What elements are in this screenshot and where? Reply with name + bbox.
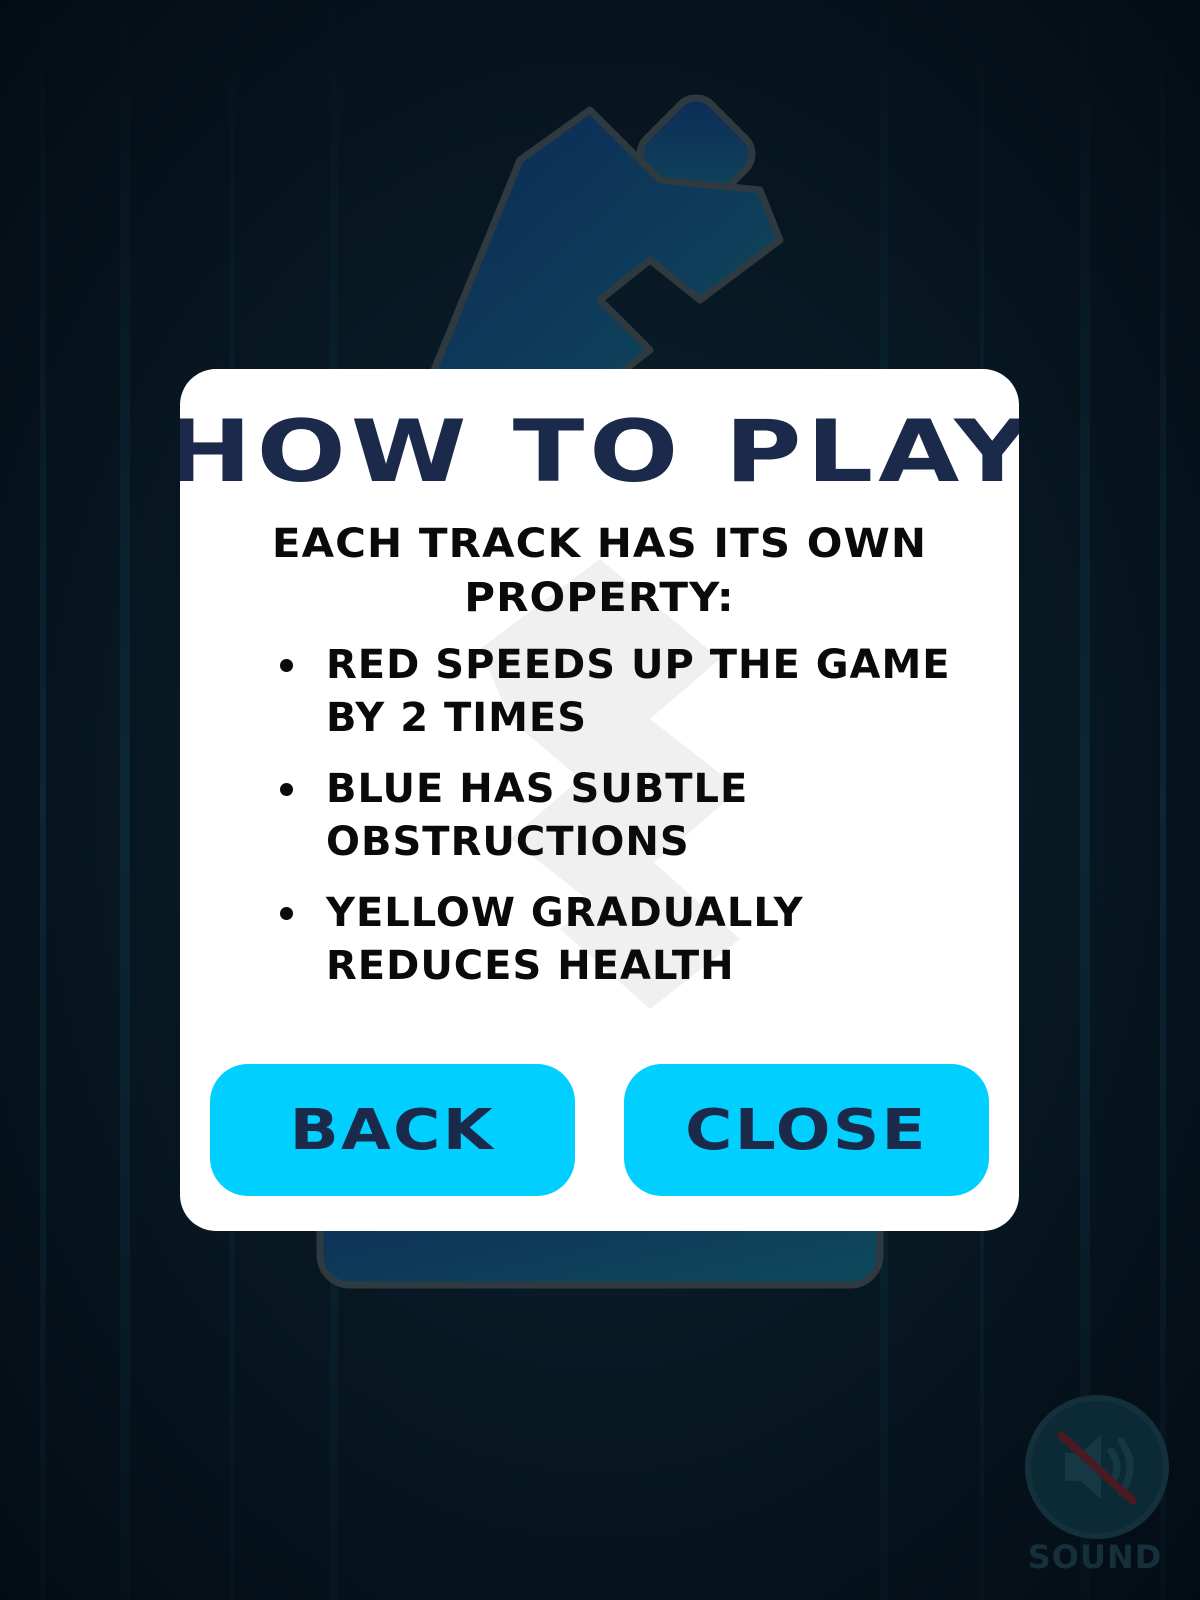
back-button[interactable]: BACK — [210, 1064, 575, 1196]
bullet-icon — [280, 659, 293, 672]
sound-toggle[interactable]: SOUND — [1020, 1390, 1170, 1590]
close-button-label: CLOSE — [685, 1097, 928, 1163]
rule-text: RED SPEEDS UP THE GAME BY 2 TIMES — [326, 642, 951, 741]
back-button-label: BACK — [289, 1097, 496, 1163]
rule-red-track: RED SPEEDS UP THE GAME BY 2 TIMES — [280, 639, 980, 745]
bullet-icon — [280, 907, 293, 920]
how-to-play-dialog: HOW TO PLAY EACH TRACK HAS ITS OWN PROPE… — [180, 369, 1019, 1231]
dialog-title: HOW TO PLAY — [180, 402, 1019, 502]
rule-text: BLUE HAS SUBTLE OBSTRUCTIONS — [326, 766, 749, 865]
dialog-intro-text: EACH TRACK HAS ITS OWN PROPERTY: — [271, 521, 928, 621]
sound-label: SOUND — [1027, 1538, 1163, 1576]
rules-list: RED SPEEDS UP THE GAME BY 2 TIMES BLUE H… — [280, 639, 980, 1011]
sound-button[interactable] — [1025, 1395, 1169, 1539]
speaker-muted-icon — [1057, 1431, 1137, 1505]
bullet-icon — [280, 783, 293, 796]
rule-yellow-track: YELLOW GRADUALLY REDUCES HEALTH — [280, 887, 980, 993]
rule-blue-track: BLUE HAS SUBTLE OBSTRUCTIONS — [280, 763, 980, 869]
close-button[interactable]: CLOSE — [624, 1064, 989, 1196]
rule-text: YELLOW GRADUALLY REDUCES HEALTH — [326, 890, 804, 989]
